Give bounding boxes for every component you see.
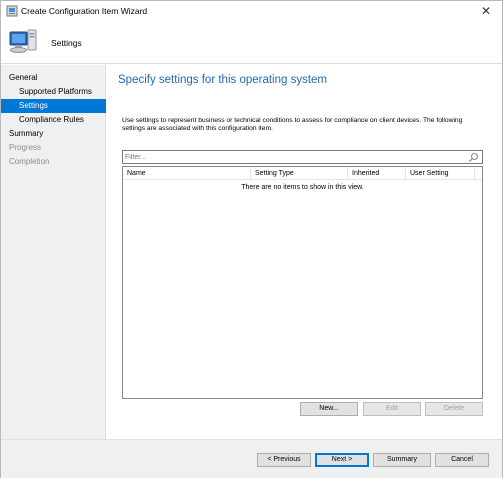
close-icon[interactable]: ✕ bbox=[476, 3, 496, 19]
nav-item-supported-platforms[interactable]: Supported Platforms bbox=[1, 85, 106, 99]
wizard-header: Settings bbox=[1, 23, 502, 64]
previous-button[interactable]: < Previous bbox=[257, 453, 311, 467]
filter-input[interactable] bbox=[125, 152, 455, 163]
nav-item-general[interactable]: General bbox=[1, 71, 106, 85]
column-header-inherited[interactable]: Inherited bbox=[348, 167, 406, 180]
settings-grid[interactable]: Name Setting Type Inherited User Setting… bbox=[122, 166, 483, 399]
wizard-window: Create Configuration Item Wizard ✕ Setti… bbox=[0, 0, 503, 478]
page-description: Use settings to represent business or te… bbox=[122, 117, 463, 132]
window-title: Create Configuration Item Wizard bbox=[21, 6, 148, 16]
column-header-user-setting[interactable]: User Setting bbox=[406, 167, 475, 180]
filter-box[interactable] bbox=[122, 150, 483, 164]
nav-item-settings[interactable]: Settings bbox=[1, 99, 106, 113]
computer-icon bbox=[9, 29, 37, 53]
summary-button[interactable]: Summary bbox=[373, 453, 431, 467]
wizard-app-icon bbox=[6, 5, 18, 17]
wizard-footer: < Previous Next > Summary Cancel bbox=[1, 440, 502, 478]
edit-button[interactable]: Edit bbox=[363, 402, 421, 416]
nav-item-summary[interactable]: Summary bbox=[1, 127, 106, 141]
nav-item-completion: Completion bbox=[9, 157, 50, 166]
next-button[interactable]: Next > bbox=[315, 453, 369, 467]
column-header-setting-type[interactable]: Setting Type bbox=[251, 167, 348, 180]
delete-button[interactable]: Delete bbox=[425, 402, 483, 416]
cancel-button[interactable]: Cancel bbox=[435, 453, 489, 467]
grid-header: Name Setting Type Inherited User Setting bbox=[123, 167, 482, 180]
nav-item-progress: Progress bbox=[9, 143, 42, 152]
nav-item-compliance-rules[interactable]: Compliance Rules bbox=[1, 113, 106, 127]
empty-grid-message: There are no items to show in this view. bbox=[241, 184, 364, 191]
page-heading: Specify settings for this operating syst… bbox=[118, 74, 328, 86]
new-button[interactable]: New... bbox=[300, 402, 358, 416]
search-icon[interactable] bbox=[468, 152, 479, 163]
wizard-nav: General Supported Platforms Settings Com… bbox=[1, 65, 106, 439]
header-title: Settings bbox=[51, 38, 82, 48]
column-header-name[interactable]: Name bbox=[123, 167, 251, 180]
title-bar: Create Configuration Item Wizard ✕ bbox=[1, 1, 502, 23]
